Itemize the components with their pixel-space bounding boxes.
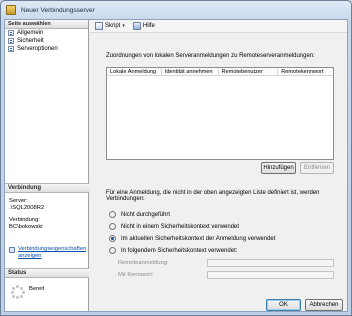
- grid-header: Lokale Anmeldung Identität annehmen Remo…: [107, 68, 333, 76]
- page-icon: [8, 46, 14, 52]
- title-bar[interactable]: Neuer Verbindungsserver: [1, 1, 351, 19]
- login-mappings-grid[interactable]: Lokale Anmeldung Identität annehmen Remo…: [106, 67, 334, 160]
- script-button[interactable]: Skript ▾: [95, 22, 125, 30]
- connection-label: Verbindung:: [9, 217, 40, 223]
- radio-button-selected[interactable]: [109, 235, 116, 242]
- password-label: Mit Kennwort:: [118, 272, 154, 278]
- help-button[interactable]: Hilfe: [132, 22, 155, 30]
- help-icon: [132, 22, 141, 30]
- remove-button[interactable]: Entfernen: [300, 162, 334, 174]
- radio-not-made[interactable]: Nicht durchgeführt: [109, 211, 170, 218]
- radio-no-security-context[interactable]: Nicht in einem Sicherheitskontext verwen…: [109, 223, 239, 230]
- status-text: Bereit: [29, 286, 45, 292]
- password-input[interactable]: [207, 271, 334, 279]
- left-pane: Seite auswählen Allgemein Sicherheit Ser…: [5, 20, 89, 311]
- radio-label: Im aktuellen Sicherheitskontext der Anme…: [121, 235, 276, 242]
- server-label: Server:: [9, 198, 28, 204]
- page-item-server-options[interactable]: Serveroptionen: [5, 45, 88, 53]
- other-logins-caption: Für eine Anmeldung, die nicht in der obe…: [106, 190, 320, 202]
- ok-button[interactable]: OK: [266, 299, 301, 311]
- radio-button[interactable]: [109, 247, 116, 254]
- server-value: .\SQL2008R2: [9, 205, 45, 211]
- page-item-label: Allgemein: [17, 30, 44, 36]
- view-connection-properties-link[interactable]: Verbindungseigenschaften: [18, 246, 86, 253]
- column-header[interactable]: Remotekennwort: [278, 68, 333, 75]
- help-label: Hilfe: [142, 23, 155, 29]
- remote-login-input[interactable]: [207, 259, 334, 267]
- right-pane: Skript ▾ Hilfe Zuordnungen von lokalen S…: [90, 20, 347, 311]
- column-header[interactable]: Lokale Anmeldung: [107, 68, 162, 75]
- view-connection-properties-link-line2[interactable]: anzeigen: [18, 253, 42, 260]
- server-icon: [6, 5, 16, 15]
- progress-spinner-icon: [11, 285, 25, 299]
- radio-current-security-context[interactable]: Im aktuellen Sicherheitskontext der Anme…: [109, 235, 275, 242]
- script-label: Skript: [105, 23, 121, 29]
- status-section-header: Status: [5, 268, 89, 278]
- radio-label: In folgendem Sicherheitskontext verwende…: [121, 247, 238, 254]
- connection-section-header: Verbindung: [5, 183, 89, 193]
- window-title: Neuer Verbindungsserver: [21, 6, 95, 14]
- toolbar: Skript ▾ Hilfe: [90, 20, 347, 33]
- page-item-label: Serveroptionen: [17, 46, 58, 52]
- dialog-window: Neuer Verbindungsserver Seite auswählen …: [0, 0, 352, 316]
- page-item-general[interactable]: Allgemein: [5, 29, 88, 37]
- page-item-security[interactable]: Sicherheit: [5, 37, 88, 45]
- remote-login-label: Remoteanmeldung:: [118, 260, 169, 266]
- page-icon: [8, 38, 14, 44]
- chevron-down-icon: ▾: [122, 23, 125, 29]
- radio-label: Nicht durchgeführt: [121, 211, 171, 218]
- radio-button[interactable]: [109, 211, 116, 218]
- select-page-header: Seite auswählen: [5, 20, 88, 29]
- connection-value: BC\bokowski: [9, 224, 43, 230]
- dialog-client: Seite auswählen Allgemein Sicherheit Ser…: [4, 19, 348, 312]
- mappings-caption: Zuordnungen von lokalen Serveranmeldunge…: [106, 53, 315, 59]
- column-header[interactable]: Remotebenutzer: [219, 68, 279, 75]
- properties-icon: [9, 247, 15, 253]
- radio-button[interactable]: [109, 223, 116, 230]
- radio-label: Nicht in einem Sicherheitskontext verwen…: [121, 223, 240, 230]
- add-button[interactable]: Hinzufügen: [261, 162, 296, 174]
- page-icon: [8, 30, 14, 36]
- column-header[interactable]: Identität annehmen: [162, 68, 219, 75]
- cancel-button[interactable]: Abbrechen: [305, 299, 343, 311]
- script-icon: [95, 22, 103, 30]
- radio-this-security-context[interactable]: In folgendem Sicherheitskontext verwende…: [109, 247, 237, 254]
- page-item-label: Sicherheit: [17, 38, 44, 44]
